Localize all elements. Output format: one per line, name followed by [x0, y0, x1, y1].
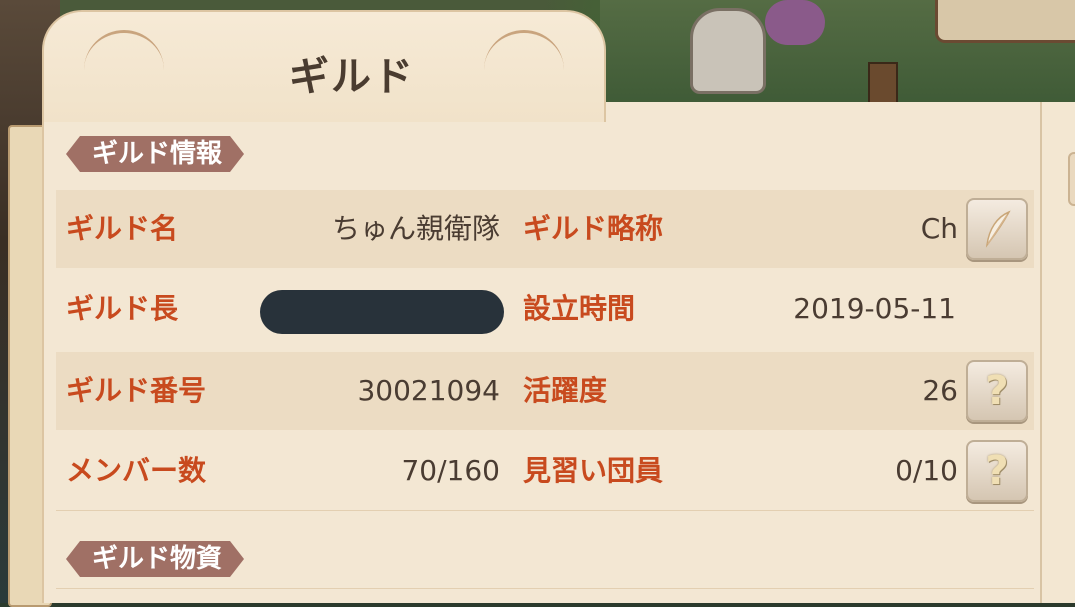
edit-abbr-button[interactable]	[966, 198, 1028, 260]
guild-number-value: 30021094	[357, 374, 500, 407]
right-swirl-ornament	[484, 30, 564, 73]
section-guild-info: ギルド情報	[66, 136, 244, 172]
activity-label: 活躍度	[523, 374, 608, 407]
guild-number-label: ギルド番号	[66, 374, 207, 407]
members-value: 70/160	[401, 454, 500, 487]
purple-orb-decoration	[765, 0, 825, 45]
knight-helmet-decoration	[690, 8, 766, 94]
trainees-help-button[interactable]: ?	[966, 440, 1028, 502]
founded-value: 2019-05-11	[793, 292, 956, 325]
info-row-name: ギルド名 ちゅん親衛隊 ギルド略称 Ch	[56, 190, 1034, 268]
info-row-number: ギルド番号 30021094 活躍度 26 ?	[56, 352, 1034, 430]
trainees-label: 見習い団員	[523, 454, 664, 487]
resources-divider	[56, 588, 1034, 589]
title-tab: ギルド	[42, 10, 606, 122]
guild-name-value: ちゅん親衛隊	[331, 212, 500, 245]
section-guild-resources: ギルド物資	[66, 541, 244, 577]
redacted-leader-name	[260, 290, 504, 334]
guild-abbr-label: ギルド略称	[523, 212, 664, 245]
info-row-members: メンバー数 70/160 見習い団員 0/10 ?	[56, 432, 1034, 510]
guild-leader-label: ギルド長	[66, 292, 179, 325]
guild-name-label: ギルド名	[66, 212, 179, 245]
founded-label: 設立時間	[523, 292, 636, 325]
members-label: メンバー数	[66, 454, 207, 487]
question-icon: ?	[985, 368, 1009, 414]
left-swirl-ornament	[84, 30, 164, 73]
activity-value: 26	[922, 374, 958, 407]
trainees-value: 0/10	[895, 454, 958, 487]
feather-quill-icon	[985, 210, 1011, 248]
guild-abbr-value: Ch	[920, 212, 958, 245]
section-divider	[56, 510, 1034, 511]
top-right-frame	[935, 0, 1075, 43]
question-icon: ?	[985, 448, 1009, 494]
side-tab-button[interactable]	[1068, 152, 1075, 206]
info-row-leader: ギルド長 設立時間 2019-05-11	[56, 270, 1034, 348]
activity-help-button[interactable]: ?	[966, 360, 1028, 422]
window-title: ギルド	[289, 54, 415, 100]
